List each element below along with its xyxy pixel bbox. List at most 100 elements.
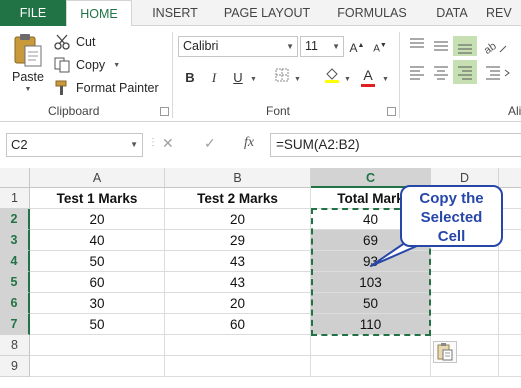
cell-b8[interactable] — [165, 335, 311, 356]
column-header-e[interactable] — [499, 168, 521, 188]
font-color-swatch — [361, 84, 375, 87]
ribbon-home: Paste ▼ Cut Copy ▼ Format Painter Clipbo… — [0, 26, 521, 122]
cell-b4[interactable]: 43 — [165, 251, 311, 272]
font-launcher-icon[interactable] — [387, 107, 396, 116]
callout-line-2: Selected — [420, 209, 483, 226]
cell-b1[interactable]: Test 2 Marks — [165, 188, 311, 209]
cell-c7[interactable]: 110 — [311, 314, 431, 335]
cell-b6[interactable]: 20 — [165, 293, 311, 314]
cancel-button[interactable]: ✕ — [162, 135, 174, 152]
enter-button[interactable]: ✓ — [204, 135, 216, 152]
cell-e4[interactable] — [499, 251, 521, 272]
cell-a5[interactable]: 60 — [30, 272, 165, 293]
cut-label: Cut — [76, 35, 96, 49]
alignment-buttons[interactable]: ab — [406, 36, 521, 96]
paste-label: Paste — [12, 70, 44, 84]
cell-e5[interactable] — [499, 272, 521, 293]
cell-b9[interactable] — [165, 356, 311, 377]
fill-color-button[interactable] — [322, 68, 342, 88]
tab-formulas[interactable]: FORMULAS — [328, 0, 416, 26]
clipboard-launcher-icon[interactable] — [160, 107, 169, 116]
column-header-b[interactable]: B — [165, 168, 311, 188]
borders-button[interactable] — [272, 68, 292, 88]
chevron-down-icon: ▼ — [332, 42, 340, 51]
paste-options-button[interactable] — [433, 341, 457, 363]
cell-d5[interactable] — [431, 272, 499, 293]
row-header-8[interactable]: 8 — [0, 335, 30, 356]
cell-b5[interactable]: 43 — [165, 272, 311, 293]
row-header-5[interactable]: 5 — [0, 272, 30, 293]
cell-d4[interactable] — [431, 251, 499, 272]
cell-c6[interactable]: 50 — [311, 293, 431, 314]
row-header-6[interactable]: 6 — [0, 293, 30, 314]
underline-button[interactable]: U — [228, 68, 248, 88]
cut-button[interactable]: Cut — [54, 32, 95, 52]
formula-bar: C2 ▼ ⋮ ✕ ✓ fx =SUM(A2:B2) — [0, 122, 521, 168]
cell-e8[interactable] — [499, 335, 521, 356]
copy-button[interactable]: Copy ▼ — [54, 55, 120, 75]
formula-input[interactable]: =SUM(A2:B2) — [270, 133, 521, 157]
cell-e6[interactable] — [499, 293, 521, 314]
copy-dropdown-arrow-icon[interactable]: ▼ — [113, 62, 120, 69]
copy-selected-cell-callout: Copy the Selected Cell — [400, 185, 503, 247]
copy-label: Copy — [76, 58, 106, 72]
orientation-icon: ab — [482, 40, 507, 57]
cell-a4[interactable]: 50 — [30, 251, 165, 272]
format-painter-button[interactable]: Format Painter — [54, 78, 159, 98]
tab-data[interactable]: DATA — [428, 0, 476, 26]
cell-b2[interactable]: 20 — [165, 209, 311, 230]
font-family-select[interactable]: Calibri ▼ — [178, 36, 298, 57]
font-color-button[interactable]: A — [358, 66, 378, 87]
cell-d6[interactable] — [431, 293, 499, 314]
cell-d7[interactable] — [431, 314, 499, 335]
cell-c9[interactable] — [311, 356, 431, 377]
tab-review[interactable]: REV — [486, 0, 521, 26]
tab-page-layout[interactable]: PAGE LAYOUT — [218, 0, 316, 26]
tab-insert[interactable]: INSERT — [140, 0, 210, 26]
cell-c5[interactable]: 103 — [311, 272, 431, 293]
cell-a6[interactable]: 30 — [30, 293, 165, 314]
group-divider — [399, 32, 400, 118]
row-header-7[interactable]: 7 — [0, 314, 30, 335]
font-size-select[interactable]: 11 ▼ — [300, 36, 344, 57]
cell-e9[interactable] — [499, 356, 521, 377]
row-header-3[interactable]: 3 — [0, 230, 30, 251]
row-header-2[interactable]: 2 — [0, 209, 30, 230]
borders-icon — [275, 68, 289, 82]
row-header-9[interactable]: 9 — [0, 356, 30, 377]
row-header-1[interactable]: 1 — [0, 188, 30, 209]
cell-a9[interactable] — [30, 356, 165, 377]
paste-options-icon — [437, 343, 453, 361]
decrease-font-size-button[interactable]: A▼ — [370, 36, 390, 56]
cell-a3[interactable]: 40 — [30, 230, 165, 251]
underline-dropdown-icon[interactable]: ▼ — [250, 76, 257, 83]
cell-c4[interactable]: 93 — [311, 251, 431, 272]
insert-function-button[interactable]: fx — [244, 135, 254, 151]
row-header-4[interactable]: 4 — [0, 251, 30, 272]
font-color-dropdown-icon[interactable]: ▼ — [382, 76, 389, 83]
name-box[interactable]: C2 ▼ — [6, 133, 143, 157]
cell-e7[interactable] — [499, 314, 521, 335]
fill-color-dropdown-icon[interactable]: ▼ — [344, 76, 351, 83]
paste-button[interactable]: Paste ▼ — [6, 32, 50, 96]
svg-text:ab: ab — [482, 40, 499, 57]
cell-a7[interactable]: 50 — [30, 314, 165, 335]
select-all-corner[interactable] — [0, 168, 30, 188]
cell-a1[interactable]: Test 1 Marks — [30, 188, 165, 209]
cell-b3[interactable]: 29 — [165, 230, 311, 251]
borders-dropdown-icon[interactable]: ▼ — [294, 76, 301, 83]
bold-button[interactable]: B — [180, 68, 200, 88]
cell-a8[interactable] — [30, 335, 165, 356]
cell-a2[interactable]: 20 — [30, 209, 165, 230]
tab-home[interactable]: HOME — [66, 0, 132, 27]
italic-button[interactable]: I — [204, 68, 224, 88]
tab-file[interactable]: FILE — [0, 0, 66, 26]
chevron-down-icon[interactable]: ▼ — [130, 134, 138, 156]
chevron-down-icon: ▼ — [286, 42, 294, 51]
indent-icon — [486, 66, 510, 80]
column-header-a[interactable]: A — [30, 168, 165, 188]
alignment-group-label: Ali — [508, 104, 521, 118]
increase-font-size-button[interactable]: A▲ — [347, 36, 367, 56]
cell-b7[interactable]: 60 — [165, 314, 311, 335]
cell-c8[interactable] — [311, 335, 431, 356]
